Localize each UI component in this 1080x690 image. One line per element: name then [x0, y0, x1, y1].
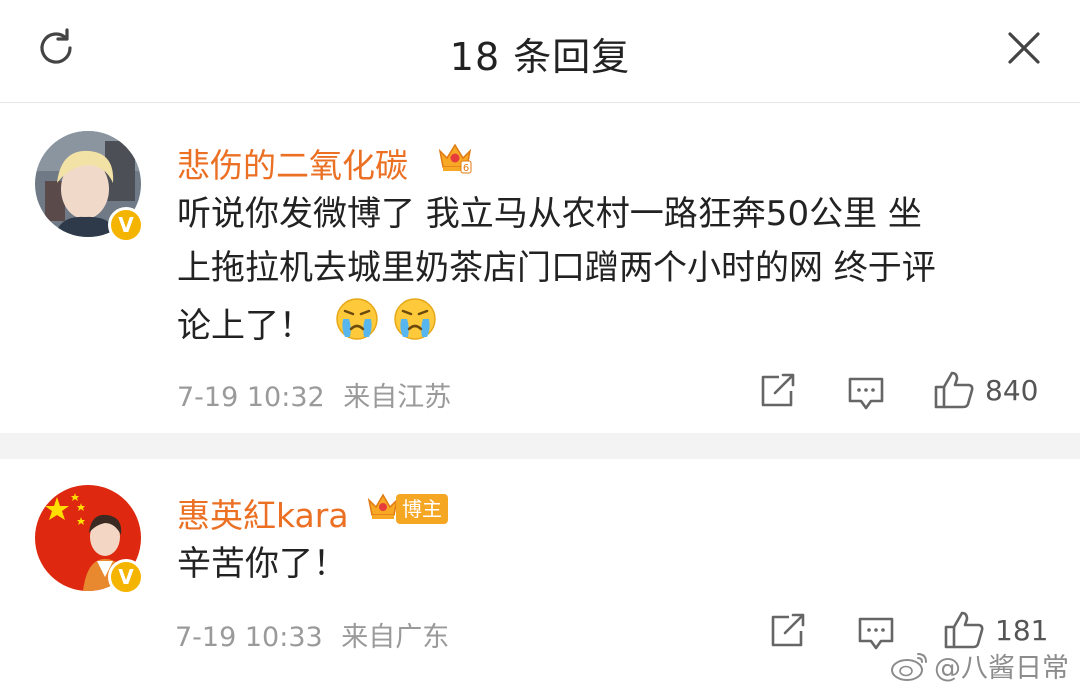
like-button[interactable]: 181	[943, 609, 1048, 651]
verified-badge: V	[108, 207, 144, 243]
watermark: @八酱日常	[890, 646, 1069, 685]
share-button[interactable]	[759, 373, 797, 409]
like-button[interactable]: 840	[933, 369, 1038, 411]
vip-crown-icon: 6	[438, 143, 472, 174]
comment-text-line: 听说你发微博了 我立马从农村一路狂奔50公里 坐	[177, 194, 922, 234]
comment-date: 7-19 10:33	[175, 622, 323, 653]
comment-item: V 悲伤的二氧化碳 6 听说你发微博了 我立马从农村一路狂奔50公里 坐 上拖拉…	[0, 103, 1080, 433]
vip-crown-icon	[367, 493, 399, 519]
thumbs-up-icon	[944, 611, 984, 649]
dialog-header: 18 条回复	[0, 0, 1080, 103]
crying-emoji-icon	[391, 295, 439, 357]
close-icon	[1008, 32, 1040, 64]
weibo-logo-icon	[891, 652, 927, 681]
comment-meta: 7-19 10:33 来自广东	[175, 615, 449, 654]
comment-text: 辛苦你了！	[177, 544, 347, 584]
like-count: 840	[985, 373, 1039, 407]
svg-text:6: 6	[463, 163, 469, 174]
verified-badge: V	[108, 559, 144, 595]
comment-date: 7-19 10:32	[177, 382, 325, 413]
comment-meta: 7-19 10:32 来自江苏	[177, 375, 451, 414]
comment-text-line: 论上了！	[177, 295, 1057, 357]
comment-text: 听说你发微博了 我立马从农村一路狂奔50公里 坐 上拖拉机去城里奶茶店门口蹭两个…	[177, 187, 1057, 357]
watermark-text: @八酱日常	[934, 653, 1069, 684]
page-title: 18 条回复	[449, 35, 631, 79]
share-button[interactable]	[769, 613, 807, 649]
share-icon	[771, 613, 805, 647]
comment-divider	[0, 433, 1080, 459]
comment-icon	[848, 377, 884, 410]
comment-username[interactable]: 惠英紅kara	[177, 489, 349, 537]
comment-username[interactable]: 悲伤的二氧化碳	[177, 139, 408, 187]
crying-emoji-icon	[333, 295, 381, 357]
blogger-badge: 博主	[396, 494, 448, 524]
comment-location: 来自江苏	[343, 382, 452, 413]
thumbs-up-icon	[934, 371, 974, 409]
comment-location: 来自广东	[341, 622, 450, 653]
close-button[interactable]	[998, 22, 1050, 74]
like-count: 181	[995, 613, 1049, 647]
share-icon	[761, 373, 795, 407]
reply-button[interactable]	[847, 375, 885, 411]
comment-text-line: 上拖拉机去城里奶茶店门口蹭两个小时的网 终于评	[177, 248, 936, 288]
